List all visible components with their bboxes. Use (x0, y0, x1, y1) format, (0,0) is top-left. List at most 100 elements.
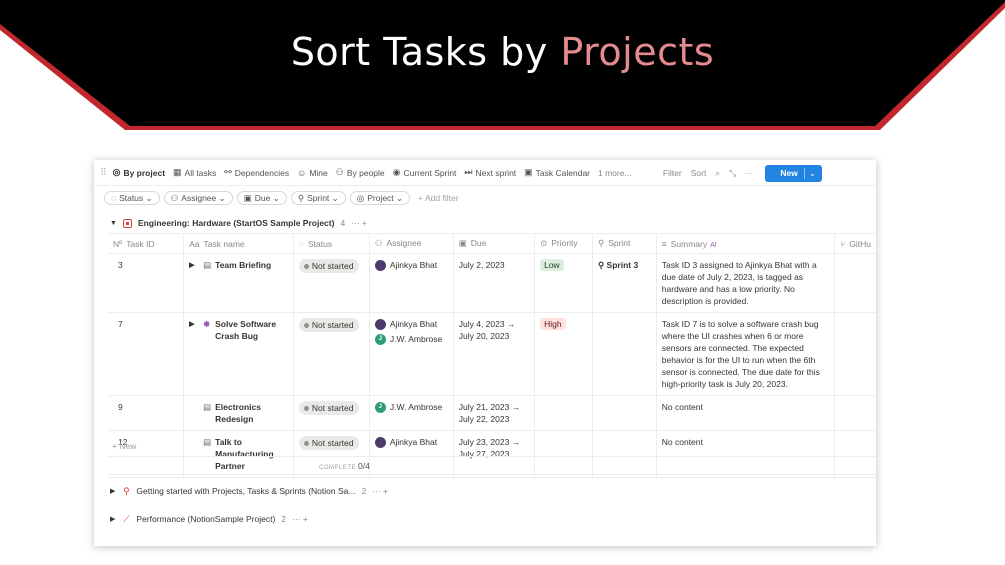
status-badge: Not started (298, 259, 359, 273)
group-header-engineering[interactable]: ▼ Engineering: Hardware (StartOS Sample … (110, 218, 367, 228)
summary-cell[interactable]: No content (656, 395, 836, 431)
expand-icon[interactable]: ⤡ (729, 168, 736, 179)
task-name-cell[interactable]: ▤ Talk to Manufacturing Partner (183, 430, 294, 478)
group-actions[interactable]: ··· + (351, 218, 367, 228)
chevron-down-icon[interactable]: ⌄ (803, 167, 816, 179)
group-header-getting-started[interactable]: ▶ ⚲ Getting started with Projects, Tasks… (110, 485, 388, 497)
tab-by-project[interactable]: ◎ By project (113, 167, 165, 178)
filter-chip-status[interactable]: ◌ Status ⌄ (104, 191, 160, 205)
github-cell[interactable] (834, 430, 876, 478)
group-actions[interactable]: ··· + (292, 514, 308, 524)
status-cell[interactable]: Not started (293, 253, 370, 313)
collapse-triangle-icon[interactable]: ▼ (110, 220, 117, 227)
tab-all-tasks[interactable]: ▦ All tasks (173, 167, 216, 178)
slide: Sort Tasks by Projects ⠿ ◎ By project ▦ Al… (0, 0, 1005, 565)
person: J J.W. Ambrose (374, 333, 448, 345)
sort-button[interactable]: Sort (691, 168, 707, 178)
tab-mine[interactable]: ☺ Mine (297, 168, 328, 178)
table-row[interactable]: 12 ▤ Talk to Manufacturing Partner Not st… (108, 430, 876, 478)
tab-by-people[interactable]: ⚇ By people (336, 167, 385, 178)
sprint-cell[interactable] (592, 430, 657, 478)
column-header-github[interactable]: ⑂ GitHu (834, 233, 876, 254)
expand-triangle-icon[interactable]: ▶ (189, 318, 203, 331)
expand-triangle-icon[interactable]: ▶ (110, 487, 115, 495)
running-person-icon: ⚲ (297, 192, 305, 203)
tab-more[interactable]: 1 more... (598, 168, 632, 178)
github-cell[interactable] (834, 253, 876, 313)
chip-label: Project (367, 193, 394, 203)
column-header-task-id[interactable]: Nº Task ID (108, 233, 185, 254)
branch-icon: ⑂ (840, 238, 846, 249)
column-header-due[interactable]: ▣ Due (453, 233, 536, 254)
status-cell[interactable]: Not started (293, 312, 370, 396)
sprint-cell[interactable] (592, 395, 657, 431)
filter-chip-sprint[interactable]: ⚲ Sprint ⌄ (290, 191, 346, 205)
tab-dependencies[interactable]: ⚯ Dependencies (224, 167, 289, 178)
filter-bar: ◌ Status ⌄ ⚇ Assignee ⌄ ▣ Due ⌄ ⚲ Sprint ⌄ ◎… (104, 190, 459, 206)
drag-handle-icon[interactable]: ⠿ (100, 167, 107, 178)
tab-current-sprint[interactable]: ◉ Current Sprint (393, 167, 457, 178)
column-header-summary[interactable]: ≡ Summary AI (656, 233, 836, 254)
tab-task-calendar[interactable]: ▣ Task Calendar (524, 167, 590, 178)
column-header-task-name[interactable]: Aa Task name (183, 233, 294, 254)
tab-label: Current Sprint (403, 167, 457, 178)
person: Ajinkya Bhat (374, 259, 448, 271)
table-row[interactable]: 9 ▤ Electronics Redesign Not started J J.W… (108, 395, 876, 431)
due-cell[interactable]: July 4, 2023 → July 20, 2023 (453, 312, 536, 396)
add-filter-button[interactable]: + Add filter (418, 193, 458, 203)
column-header-status[interactable]: ◌ Status (293, 233, 370, 254)
column-header-assignee[interactable]: ⚇ Assignee (369, 233, 454, 254)
github-cell[interactable] (834, 395, 876, 431)
summary-cell[interactable]: No content (656, 430, 836, 478)
sprint-cell[interactable]: ⚲ Sprint 3 (592, 253, 657, 313)
summary-cell[interactable]: Task ID 7 is to solve a software crash b… (656, 312, 836, 396)
table-row[interactable]: 3 ▶ ▤ Team Briefing Not started Ajinkya Bh… (108, 253, 876, 313)
task-name[interactable]: Talk to Manufacturing Partner (215, 436, 288, 472)
new-row-button[interactable]: + New (112, 441, 136, 451)
github-cell[interactable] (834, 312, 876, 396)
assignee-cell[interactable]: Ajinkya Bhat (369, 253, 454, 313)
priority-cell[interactable] (534, 395, 593, 431)
filter-chip-assignee[interactable]: ⚇ Assignee ⌄ (163, 191, 233, 205)
expand-triangle-icon[interactable]: ▶ (189, 259, 203, 272)
filter-chip-due[interactable]: ▣ Due ⌄ (236, 191, 287, 205)
assignee-cell[interactable]: J J.W. Ambrose (369, 395, 454, 431)
task-name-cell[interactable]: ▤ Electronics Redesign (183, 395, 294, 431)
task-name-cell[interactable]: ▶ ▤ Team Briefing (183, 253, 294, 313)
sprint-cell[interactable] (592, 312, 657, 396)
task-name[interactable]: Team Briefing (215, 259, 271, 271)
new-button[interactable]: New ⌄ (765, 164, 822, 182)
tab-label: 1 more... (598, 167, 632, 178)
due-cell[interactable]: July 21, 2023 → July 22, 2023 (453, 395, 536, 431)
task-name-cell[interactable]: ▶ ✸ Solve Software Crash Bug (183, 312, 294, 396)
priority-cell[interactable]: Low (534, 253, 593, 313)
due-cell[interactable]: July 2, 2023 (453, 253, 536, 313)
group-header-performance[interactable]: ▶ ⟋ Performance (NotionSample Project) 2… (110, 514, 308, 525)
priority-cell[interactable]: High (534, 312, 593, 396)
complete-label: COMPLETE (319, 465, 357, 471)
filter-chip-project[interactable]: ◎ Project ⌄ (349, 191, 411, 205)
headline: Sort Tasks by Projects (0, 30, 1005, 74)
tab-next-sprint[interactable]: ⏭ Next sprint (464, 167, 516, 178)
running-person-icon: ⚲ (123, 485, 130, 496)
sprint-link[interactable]: ⚲ Sprint 3 (598, 260, 638, 270)
bug-icon: ✸ (203, 319, 211, 329)
number-icon: Nº (113, 238, 123, 249)
assignee-cell[interactable]: Ajinkya Bhat J J.W. Ambrose (369, 312, 454, 396)
task-table: Nº Task ID Aa Task name ◌ Status ⚇ Assignee … (108, 233, 876, 478)
summary-cell[interactable]: Task ID 3 assigned to Ajinkya Bhat with … (656, 253, 836, 313)
due-cell[interactable]: July 23, 2023 → July 27, 2023 (453, 430, 536, 478)
task-name[interactable]: Solve Software Crash Bug (215, 318, 288, 342)
priority-cell[interactable] (534, 430, 593, 478)
assignee-cell[interactable]: Ajinkya Bhat (369, 430, 454, 478)
status-cell[interactable]: Not started (293, 395, 370, 431)
column-header-sprint[interactable]: ⚲ Sprint (592, 233, 657, 254)
filter-button[interactable]: Filter (663, 168, 682, 178)
expand-triangle-icon[interactable]: ▶ (110, 515, 115, 523)
group-actions[interactable]: ··· + (372, 486, 388, 496)
search-icon[interactable]: ⌕ (715, 168, 720, 179)
more-options-icon[interactable]: ··· (745, 168, 754, 178)
table-row[interactable]: 7 ▶ ✸ Solve Software Crash Bug Not started… (108, 312, 876, 396)
column-header-priority[interactable]: ⊙ Priority (534, 233, 593, 254)
task-name[interactable]: Electronics Redesign (215, 401, 288, 425)
